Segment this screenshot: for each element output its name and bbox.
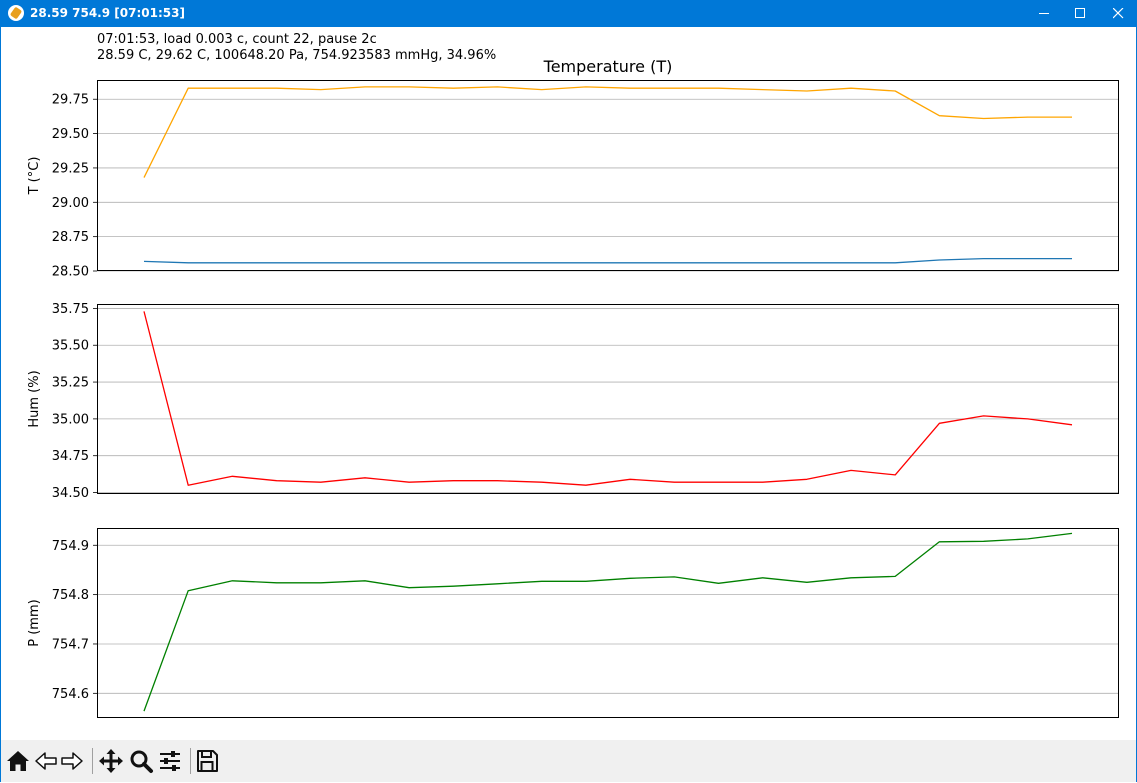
y-tick-label: 754.8 — [52, 588, 89, 603]
y-tick-label: 29.00 — [52, 196, 89, 211]
maximize-button[interactable] — [1061, 0, 1099, 27]
y-tick-label: 754.9 — [52, 539, 89, 554]
y-tick-label: 754.6 — [52, 687, 89, 702]
minimize-button[interactable] — [1025, 0, 1063, 27]
y-tick-label: 35.00 — [52, 412, 89, 427]
minimize-icon — [1039, 13, 1049, 14]
y-tick-label: 29.75 — [52, 93, 89, 108]
maximize-icon — [1075, 8, 1085, 18]
axes-frame — [97, 304, 1119, 494]
window-titlebar: 28.59 754.9 [07:01:53] — [0, 0, 1137, 27]
sliders-icon — [160, 751, 180, 771]
close-button[interactable] — [1099, 0, 1137, 27]
toolbar-separator — [92, 748, 93, 774]
save-button[interactable] — [194, 748, 220, 774]
y-tick-label: 35.50 — [52, 339, 89, 354]
axes-frame — [97, 528, 1119, 718]
back-button[interactable] — [33, 748, 59, 774]
floppy-disk-icon — [197, 750, 218, 772]
back-arrow-icon — [35, 752, 57, 770]
forward-arrow-icon — [61, 752, 83, 770]
axes-frame — [97, 80, 1119, 271]
y-axis-label: T (°C) — [27, 157, 42, 196]
y-tick-label: 35.25 — [52, 376, 89, 391]
forward-button[interactable] — [59, 748, 85, 774]
y-axis-label: P (mm) — [27, 599, 42, 646]
chart-title: Temperature (T) — [543, 57, 673, 76]
figure-canvas[interactable]: 28.50 28.75 29.00 29.25 29.50 29.75 T (°C) Temp… — [0, 27, 1137, 740]
y-tick-label: 35.75 — [52, 302, 89, 317]
series-line-3-1 — [143, 532, 1073, 712]
window-title: 28.59 754.9 [07:01:53] — [30, 6, 185, 20]
y-tick-label: 34.75 — [52, 449, 89, 464]
y-tick-label: 29.50 — [52, 127, 89, 142]
series-line-2-1 — [143, 311, 1073, 486]
y-tick-label: 28.75 — [52, 230, 89, 245]
toolbar-separator — [190, 748, 191, 774]
y-tick-label: 28.50 — [52, 265, 89, 280]
y-tick-label: 34.50 — [52, 486, 89, 501]
home-button[interactable] — [5, 748, 31, 774]
zoom-button[interactable] — [128, 748, 154, 774]
y-axis-label: Hum (%) — [27, 370, 42, 427]
series-line-1-2 — [143, 257, 1072, 264]
pan-arrows-icon — [99, 749, 123, 773]
y-tick-label: 754.7 — [52, 637, 89, 652]
navigation-toolbar — [1, 740, 1136, 782]
app-icon — [8, 5, 24, 21]
y-tick-label: 29.25 — [52, 161, 89, 176]
magnifier-icon — [130, 750, 153, 773]
series-line-1-1 — [143, 86, 1072, 178]
pan-button[interactable] — [98, 748, 124, 774]
home-icon — [7, 751, 29, 771]
configure-subplots-button[interactable] — [157, 748, 183, 774]
close-icon — [1113, 8, 1124, 19]
